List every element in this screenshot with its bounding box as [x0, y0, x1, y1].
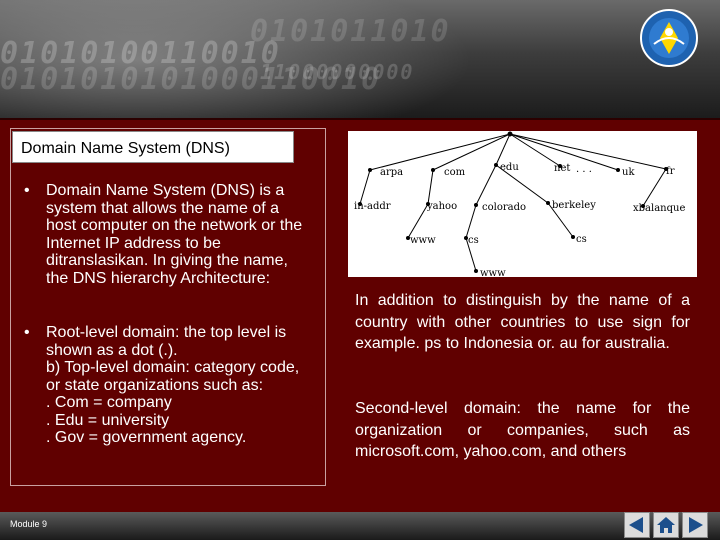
tree-label-top: fr: [666, 166, 675, 177]
tut-wuri-handayani-logo: [640, 9, 698, 67]
tree-label-second: in-addr: [354, 201, 391, 212]
tree-label-third: www: [410, 235, 436, 246]
header-banner: 01010100110010 0101010101000110010 01010…: [0, 0, 720, 118]
tree-label-top: uk: [622, 167, 635, 178]
paragraph-second-level-domain: Second-level domain: the name for the or…: [355, 400, 690, 460]
binary-pattern: 0101011010: [250, 14, 451, 49]
next-slide-button[interactable]: [682, 512, 708, 538]
title-box: Domain Name System (DNS): [12, 131, 294, 163]
binary-pattern: 11000000000: [260, 60, 415, 84]
previous-slide-button[interactable]: [624, 512, 650, 538]
tree-label-top: net: [554, 163, 570, 174]
home-button[interactable]: [653, 512, 679, 538]
bullet-marker: •: [24, 182, 30, 199]
tree-label-top: · · ·: [576, 167, 592, 178]
arrow-right-icon: [689, 517, 703, 533]
tree-label-second: colorado: [482, 202, 526, 213]
tree-label-second: yahoo: [426, 201, 457, 212]
slide-title: Domain Name System (DNS): [21, 140, 230, 157]
module-label: Module 9: [10, 519, 48, 529]
tree-label-fourth: www: [480, 268, 506, 277]
bullet-text: Root-level domain: the top level is show…: [46, 324, 300, 446]
tree-label-top: edu: [500, 162, 519, 173]
tree-label-third: cs: [468, 235, 479, 246]
footer-bar: [0, 512, 720, 540]
tree-label-second: xbalanque: [633, 203, 685, 214]
home-icon: [657, 517, 675, 533]
tree-label-top: arpa: [380, 167, 403, 178]
paragraph-country-domain: In addition to distinguish by the name o…: [355, 292, 690, 352]
bullet-text: Domain Name System (DNS) is a system tha…: [46, 182, 303, 287]
tree-label-third: cs: [576, 234, 587, 245]
tree-label-second: berkeley: [552, 200, 596, 211]
dns-hierarchy-diagram: arpa com edu net · · · uk fr in-addr yah…: [348, 131, 697, 279]
arrow-left-icon: [629, 517, 643, 533]
tree-label-top: com: [444, 167, 466, 178]
bullet-marker: •: [24, 324, 30, 341]
